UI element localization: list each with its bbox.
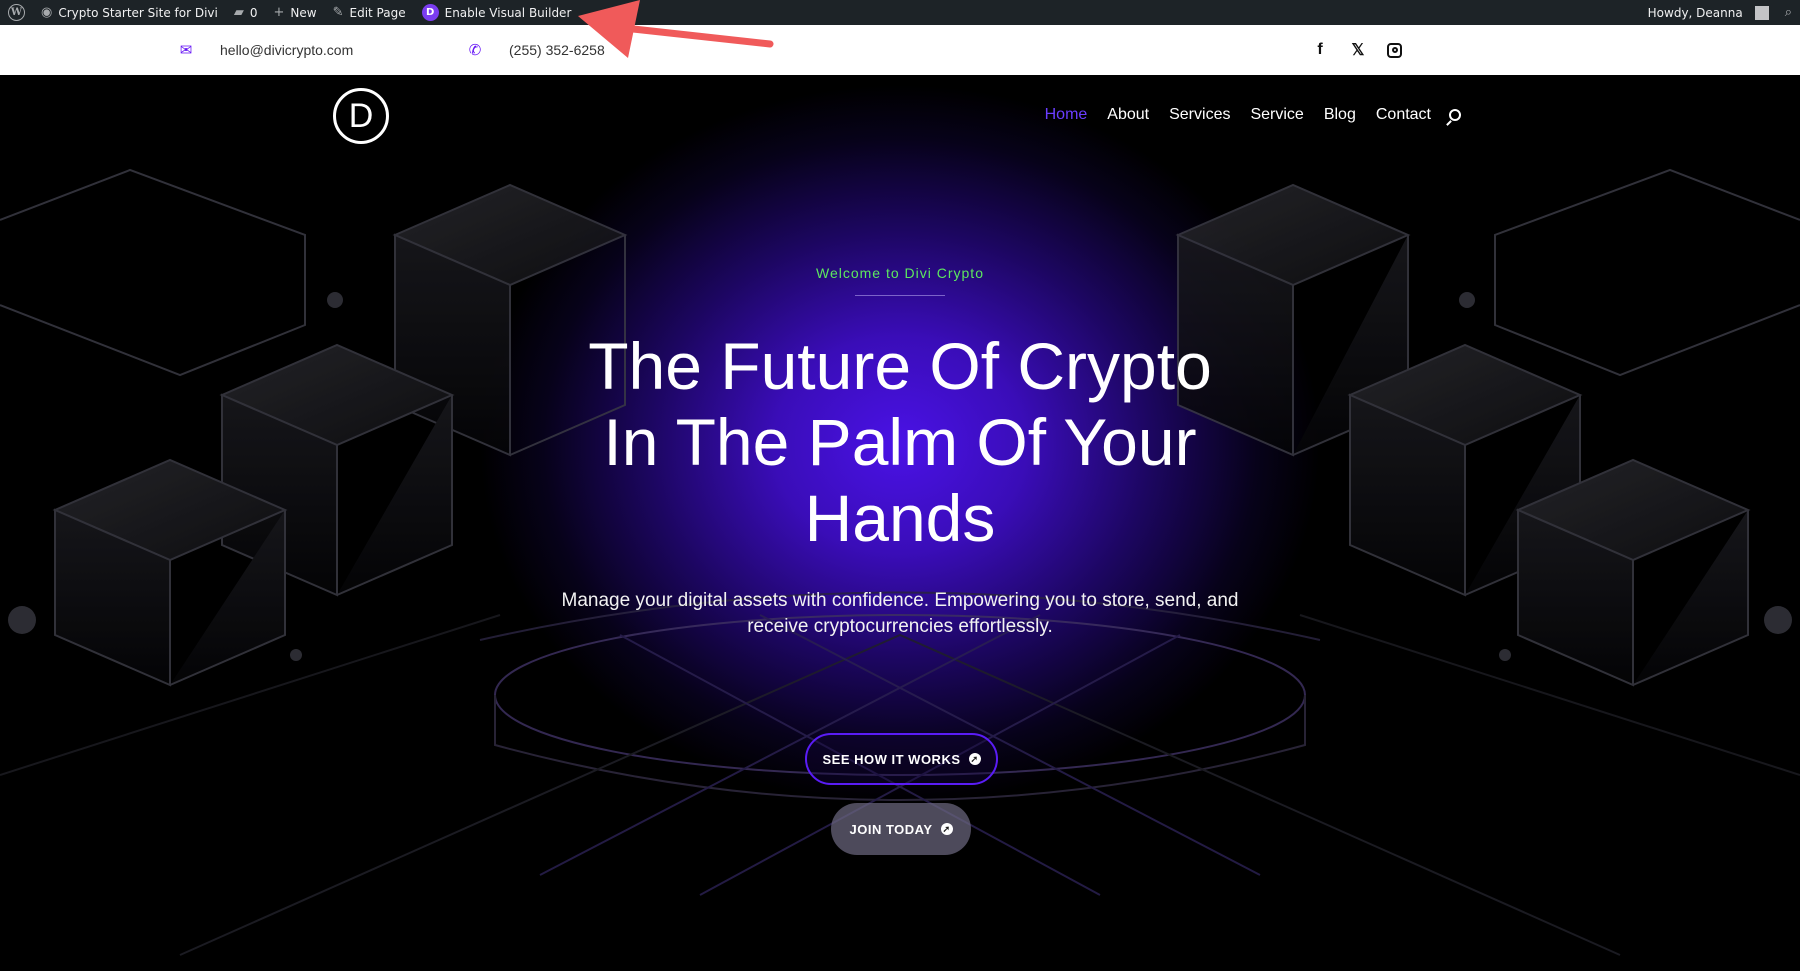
pencil-icon: ✎ — [332, 5, 344, 20]
new-label: New — [290, 5, 317, 20]
hero-content: Welcome to Divi Crypto The Future Of Cry… — [500, 265, 1300, 640]
site-name: Crypto Starter Site for Divi — [58, 5, 218, 20]
nav-item-about[interactable]: About — [1107, 106, 1149, 124]
main-navigation: D Home About Services Service Blog Conta… — [0, 75, 1800, 155]
site-name-menu[interactable]: ◉ Crypto Starter Site for Divi — [33, 0, 226, 25]
see-how-it-works-button[interactable]: SEE HOW IT WORKS ➚ — [805, 733, 998, 785]
divi-icon: D — [421, 4, 439, 21]
phone-contact[interactable]: ✆ (255) 352-6258 — [467, 25, 605, 75]
plus-icon: + — [273, 5, 285, 20]
edit-page-label: Edit Page — [349, 5, 406, 20]
nav-item-services[interactable]: Services — [1169, 106, 1230, 124]
phone-icon: ✆ — [468, 42, 482, 59]
envelope-icon: ✉ — [179, 42, 193, 59]
search-icon: ⌕ — [1784, 5, 1792, 20]
site-logo[interactable]: D — [333, 88, 389, 144]
nav-item-contact[interactable]: Contact — [1376, 106, 1431, 124]
nav-menu: Home About Services Service Blog Contact — [1045, 75, 1461, 155]
hero-subtitle: Manage your digital assets with confiden… — [561, 590, 1239, 637]
join-today-label: JOIN TODAY — [849, 821, 933, 837]
hero-headline: The Future Of Crypto In The Palm Of Your… — [500, 328, 1300, 556]
wordpress-icon: W — [8, 4, 25, 21]
admin-bar-right: Howdy, Deanna ⌕ — [1640, 0, 1800, 25]
phone-text: (255) 352-6258 — [509, 42, 605, 58]
enable-visual-builder-button[interactable]: D Enable Visual Builder — [414, 0, 580, 25]
admin-bar-left: W ◉ Crypto Starter Site for Divi ▰ 0 + New … — [0, 0, 579, 25]
my-account-menu[interactable]: Howdy, Deanna — [1640, 0, 1777, 25]
comments-count: 0 — [249, 5, 258, 20]
dashboard-icon: ◉ — [41, 5, 53, 20]
logo-letter: D — [348, 96, 374, 135]
facebook-icon[interactable]: f — [1311, 41, 1329, 59]
email-text: hello@divicrypto.com — [220, 42, 354, 58]
admin-search-button[interactable]: ⌕ — [1777, 0, 1800, 25]
new-content-menu[interactable]: + New — [266, 0, 325, 25]
social-links: f 𝕏 — [1311, 25, 1402, 75]
arrow-circle-icon: ➚ — [968, 753, 981, 765]
comments-menu[interactable]: ▰ 0 — [226, 0, 266, 25]
headline-line-2: In The Palm Of Your — [603, 405, 1197, 479]
instagram-icon[interactable] — [1387, 42, 1402, 58]
x-twitter-icon[interactable]: 𝕏 — [1349, 40, 1367, 60]
howdy-text: Howdy, Deanna — [1647, 5, 1743, 20]
hero-eyebrow: Welcome to Divi Crypto — [815, 265, 984, 281]
contact-bar: ✉ hello@divicrypto.com ✆ (255) 352-6258 … — [0, 25, 1800, 75]
edit-page-menu[interactable]: ✎ Edit Page — [325, 0, 414, 25]
admin-bar: W ◉ Crypto Starter Site for Divi ▰ 0 + New … — [0, 0, 1800, 25]
search-icon[interactable] — [1449, 109, 1461, 121]
comment-icon: ▰ — [233, 5, 244, 20]
email-contact[interactable]: ✉ hello@divicrypto.com — [178, 25, 354, 75]
avatar — [1754, 5, 1769, 20]
hero-section: D Home About Services Service Blog Conta… — [0, 75, 1800, 971]
headline-line-3: Hands — [804, 481, 996, 555]
arrow-circle-icon: ➚ — [940, 823, 953, 835]
wp-logo-menu[interactable]: W — [0, 0, 33, 25]
visual-builder-label: Enable Visual Builder — [444, 5, 572, 20]
nav-item-service[interactable]: Service — [1250, 106, 1303, 124]
nav-item-home[interactable]: Home — [1045, 106, 1088, 124]
join-today-button[interactable]: JOIN TODAY ➚ — [831, 803, 971, 855]
nav-item-blog[interactable]: Blog — [1324, 106, 1356, 124]
eyebrow-divider — [855, 295, 945, 296]
see-how-label: SEE HOW IT WORKS — [822, 751, 961, 767]
headline-line-1: The Future Of Crypto — [588, 329, 1212, 403]
